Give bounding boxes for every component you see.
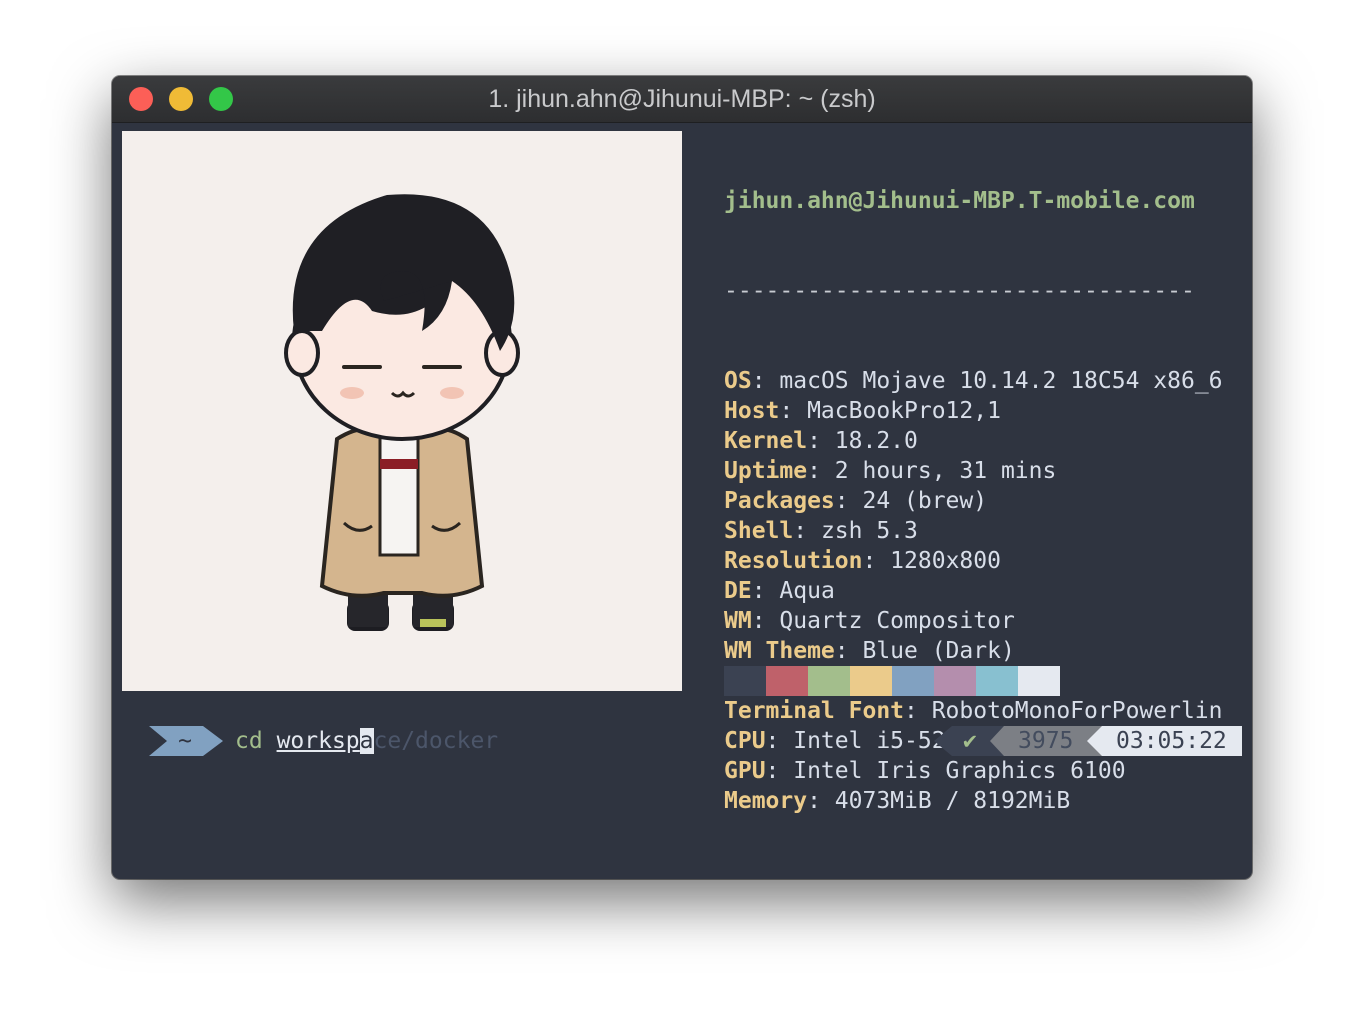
title-bar[interactable]: 1. jihun.ahn@Jihunui-MBP: ~ (zsh) [112, 76, 1252, 123]
info-key: WM Theme [724, 638, 835, 664]
info-key: OS [724, 368, 752, 394]
info-value: : Blue (Dark) [834, 638, 1015, 664]
info-key: Host [724, 398, 780, 424]
user-host-line: jihun.ahn@Jihunui-MBP.T-mobile.com [724, 188, 1195, 214]
info-row: DE: Aqua [724, 576, 1223, 606]
command-line-input[interactable]: cd workspace/docker [235, 726, 498, 756]
info-row: Shell: zsh 5.3 [724, 516, 1223, 546]
info-row: OS: macOS Mojave 10.14.2 18C54 x86_6 [724, 366, 1223, 396]
info-key: Kernel [724, 428, 808, 454]
info-value: : Aqua [751, 578, 835, 604]
info-row: WM: Quartz Compositor [724, 606, 1223, 636]
info-key: WM [724, 608, 752, 634]
info-value: : Intel Iris Graphics 6100 [765, 758, 1126, 784]
info-key: DE [724, 578, 752, 604]
history-number: 3975 [1018, 728, 1074, 754]
info-value: : 4073MiB / 8192MiB [807, 788, 1071, 814]
info-row: WM Theme: Blue (Dark) [724, 636, 1223, 666]
palette-swatch [766, 666, 808, 696]
info-key: Resolution [724, 548, 863, 574]
info-value: : Quartz Compositor [751, 608, 1015, 634]
palette-swatch [1018, 666, 1060, 696]
info-key: Shell [724, 518, 794, 544]
status-ok-icon: ✔ [963, 728, 977, 754]
shell-prompt[interactable]: ~ cd workspace/docker ✔ 3975 03:05:22 [149, 726, 1242, 756]
color-palette [724, 666, 1060, 696]
prompt-time: 03:05:22 [1116, 728, 1227, 754]
info-row: GPU: Intel Iris Graphics 6100 [724, 756, 1223, 786]
info-value: : MacBookPro12,1 [779, 398, 1001, 424]
info-row: Uptime: 2 hours, 31 mins [724, 456, 1223, 486]
right-prompt: ✔ 3975 03:05:22 [934, 726, 1242, 756]
info-key: Packages [724, 488, 835, 514]
info-value: : 2 hours, 31 mins [807, 458, 1057, 484]
typed-argument: workspa [276, 728, 374, 754]
palette-swatch [808, 666, 850, 696]
info-row: Terminal Font: RobotoMonoForPowerlin [724, 696, 1223, 726]
info-row: Resolution: 1280x800 [724, 546, 1223, 576]
info-value: : macOS Mojave 10.14.2 18C54 x86_6 [751, 368, 1223, 394]
info-row: Memory: 4073MiB / 8192MiB [724, 786, 1223, 816]
separator-line: ---------------------------------- [724, 278, 1195, 304]
ascii-logo-image [122, 131, 682, 691]
info-row: Kernel: 18.2.0 [724, 426, 1223, 456]
info-key: Uptime [724, 458, 808, 484]
info-row: Host: MacBookPro12,1 [724, 396, 1223, 426]
info-value: : zsh 5.3 [793, 518, 918, 544]
chibi-character-illustration [284, 194, 520, 631]
info-value: : 1280x800 [862, 548, 1001, 574]
text-cursor: a [359, 728, 374, 754]
autosuggestion: ce/docker [373, 728, 499, 754]
palette-swatch [892, 666, 934, 696]
info-value: : 24 (brew) [834, 488, 988, 514]
window-title: 1. jihun.ahn@Jihunui-MBP: ~ (zsh) [488, 85, 876, 113]
palette-swatch [850, 666, 892, 696]
info-row: Packages: 24 (brew) [724, 486, 1223, 516]
palette-swatch [934, 666, 976, 696]
terminal-window: 1. jihun.ahn@Jihunui-MBP: ~ (zsh) jihun.… [112, 76, 1252, 879]
command-name: cd [235, 728, 263, 754]
info-value: : RobotoMonoForPowerlin [904, 698, 1223, 724]
prompt-directory: ~ [178, 728, 192, 754]
palette-swatch [976, 666, 1018, 696]
info-key: Memory [724, 788, 808, 814]
info-key: GPU [724, 758, 766, 784]
info-value: : 18.2.0 [807, 428, 918, 454]
palette-swatch [724, 666, 766, 696]
prompt-directory-segment: ~ [149, 726, 225, 762]
info-key: Terminal Font [724, 698, 905, 724]
system-info-panel: jihun.ahn@Jihunui-MBP.T-mobile.com -----… [724, 126, 1223, 876]
